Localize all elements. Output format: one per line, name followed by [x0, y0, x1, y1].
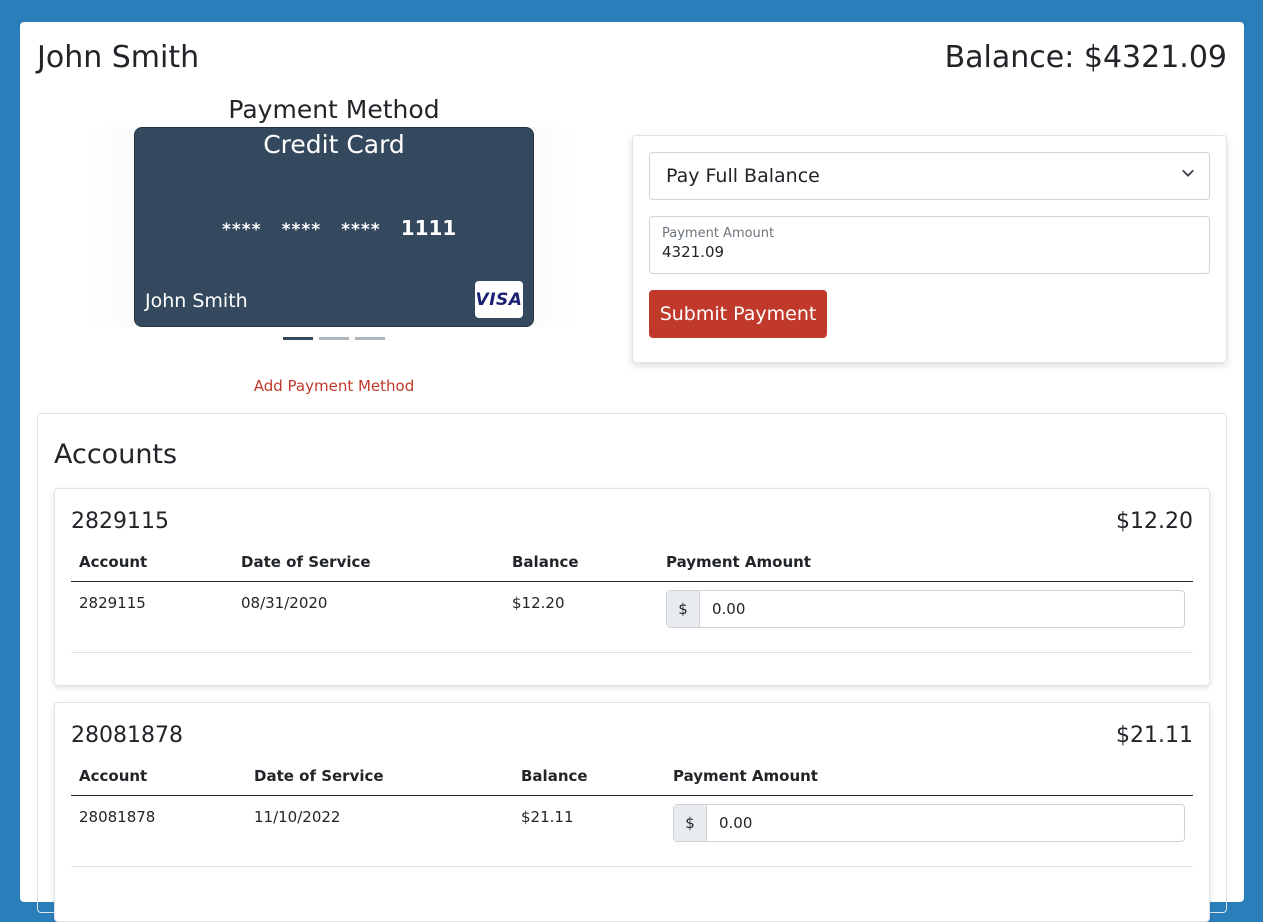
table-row: 28081878 11/10/2022 $21.11 $ 0.00	[71, 796, 1193, 867]
cell-account: 2829115	[79, 594, 146, 612]
visa-logo-icon: VISA	[475, 281, 523, 318]
accounts-section: Accounts 2829115 $12.20 Account Date of …	[37, 413, 1227, 922]
payment-form: Pay Full Balance Payment Amount 4321.09 …	[632, 135, 1227, 363]
submit-payment-button[interactable]: Submit Payment	[649, 290, 827, 338]
column-header-payment: Payment Amount	[666, 553, 811, 571]
cell-balance: $21.11	[521, 808, 574, 826]
payment-option-select[interactable]: Pay Full Balance	[649, 152, 1210, 200]
chevron-down-icon	[1182, 169, 1194, 177]
account-card: 28081878 $21.11 Account Date of Service …	[54, 702, 1210, 922]
account-payment-input[interactable]: $ 0.00	[666, 590, 1185, 628]
card-number: **** **** **** 1111	[222, 216, 456, 240]
carousel-indicator[interactable]	[319, 337, 349, 340]
account-table: Account Date of Service Balance Payment …	[71, 765, 1193, 867]
column-header-balance: Balance	[512, 553, 579, 571]
total-balance: Balance: $4321.09	[944, 40, 1227, 75]
payment-method-title: Payment Method	[228, 95, 440, 124]
add-payment-method-link[interactable]: Add Payment Method	[137, 377, 531, 395]
cell-date: 11/10/2022	[254, 808, 341, 826]
column-header-date: Date of Service	[241, 553, 371, 571]
table-header: Account Date of Service Balance Payment …	[71, 765, 1193, 796]
payment-amount-value: 4321.09	[662, 243, 725, 261]
column-header-payment: Payment Amount	[673, 767, 818, 785]
account-payment-value: 0.00	[719, 814, 753, 832]
account-number: 28081878	[71, 723, 183, 748]
account-table: Account Date of Service Balance Payment …	[71, 551, 1193, 653]
account-payment-input[interactable]: $ 0.00	[673, 804, 1185, 842]
payment-amount-label: Payment Amount	[662, 226, 775, 241]
column-header-account: Account	[79, 553, 148, 571]
card-mask-group: ****	[341, 220, 381, 240]
carousel-indicator[interactable]	[283, 337, 313, 340]
account-card: 2829115 $12.20 Account Date of Service B…	[54, 488, 1210, 686]
payment-option-value: Pay Full Balance	[666, 165, 820, 187]
cell-account: 28081878	[79, 808, 156, 826]
cell-balance: $12.20	[512, 594, 565, 612]
cell-date: 08/31/2020	[241, 594, 328, 612]
customer-name: John Smith	[37, 40, 200, 75]
card-mask-group: ****	[222, 220, 262, 240]
card-last4: 1111	[400, 216, 457, 240]
card-mask-group: ****	[281, 220, 322, 240]
column-header-balance: Balance	[521, 767, 588, 785]
card-type: Credit Card	[263, 130, 405, 159]
table-header: Account Date of Service Balance Payment …	[71, 551, 1193, 582]
column-header-date: Date of Service	[254, 767, 384, 785]
payment-amount-field[interactable]: Payment Amount 4321.09	[649, 216, 1210, 274]
account-balance: $21.11	[1116, 723, 1193, 748]
accounts-title: Accounts	[54, 439, 178, 470]
card-holder-name: John Smith	[145, 290, 248, 312]
column-header-account: Account	[79, 767, 148, 785]
account-number: 2829115	[71, 509, 169, 534]
credit-card[interactable]: Credit Card **** **** **** 1111 John Smi…	[134, 127, 534, 327]
currency-prefix: $	[674, 805, 707, 841]
table-row: 2829115 08/31/2020 $12.20 $ 0.00	[71, 582, 1193, 653]
account-balance: $12.20	[1116, 509, 1193, 534]
payment-page: John Smith Balance: $4321.09 Payment Met…	[20, 22, 1244, 922]
account-payment-value: 0.00	[712, 600, 746, 618]
currency-prefix: $	[667, 591, 700, 627]
carousel-indicator[interactable]	[355, 337, 385, 340]
carousel-indicators	[283, 337, 385, 340]
